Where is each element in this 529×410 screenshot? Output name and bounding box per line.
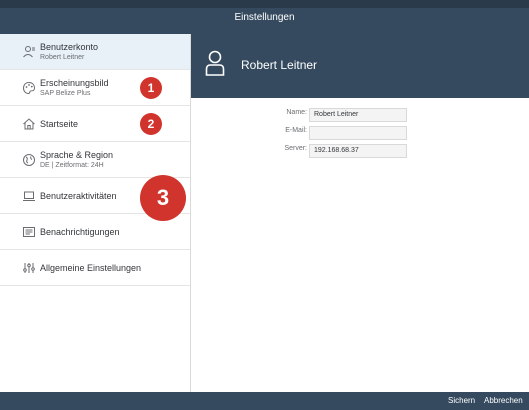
sidebar-item-sublabel: DE | Zeitformat: 24H <box>40 162 104 169</box>
title-bar: Einstellungen <box>0 0 529 34</box>
sidebar-item-startseite[interactable]: Startseite 2 <box>0 106 190 142</box>
sidebar-item-sublabel: SAP Belize Plus <box>40 90 91 97</box>
name-field[interactable]: Robert Leitner <box>309 108 407 122</box>
user-account-icon <box>23 45 35 57</box>
email-label: E-Mail: <box>285 127 307 134</box>
globe-icon <box>23 153 35 166</box>
avatar-icon <box>205 50 225 76</box>
callout-badge-1: 1 <box>140 77 162 99</box>
home-icon <box>23 117 35 129</box>
cancel-button[interactable]: Abbrechen <box>484 396 523 405</box>
sidebar-item-benutzeraktivitaeten[interactable]: Benutzeraktivitäten 3 <box>0 175 190 221</box>
list-icon <box>23 226 35 237</box>
sidebar-item-label: Benutzeraktivitäten <box>40 190 117 201</box>
sidebar-item-sprache-region[interactable]: Sprache & Region DE | Zeitformat: 24H <box>0 142 190 178</box>
settings-sidebar: Benutzerkonto Robert Leitner Erscheinung… <box>0 34 191 392</box>
window-title: Einstellungen <box>234 11 295 23</box>
account-name: Robert Leitner <box>241 58 318 72</box>
sidebar-item-benachrichtigungen[interactable]: Benachrichtigungen <box>0 214 190 250</box>
sidebar-item-erscheinungsbild[interactable]: Erscheinungsbild SAP Belize Plus 1 <box>0 70 190 106</box>
laptop-icon <box>23 191 35 201</box>
sidebar-item-label: Erscheinungsbild <box>40 78 109 88</box>
sidebar-item-label: Startseite <box>40 118 79 129</box>
sidebar-item-label: Allgemeine Einstellungen <box>40 262 142 273</box>
sidebar-item-label: Benachrichtigungen <box>40 226 120 237</box>
save-button[interactable]: Sichern <box>448 396 475 405</box>
email-row: E-Mail: <box>191 126 529 140</box>
account-header: Robert Leitner <box>191 34 529 98</box>
email-field[interactable] <box>309 126 407 140</box>
sidebar-item-benutzerkonto[interactable]: Benutzerkonto Robert Leitner <box>0 34 190 70</box>
footer-bar: Sichern Abbrechen <box>0 392 529 410</box>
sliders-icon <box>23 262 35 273</box>
window-top-strip <box>0 0 529 8</box>
sidebar-item-allgemeine-einstellungen[interactable]: Allgemeine Einstellungen <box>0 250 190 286</box>
palette-icon <box>22 81 36 94</box>
server-row: Server: 192.168.68.37 <box>191 144 529 158</box>
callout-badge-2: 2 <box>140 113 162 135</box>
name-row: Name: Robert Leitner <box>191 108 529 122</box>
name-label: Name: <box>286 109 307 116</box>
server-field[interactable]: 192.168.68.37 <box>309 144 407 158</box>
sidebar-item-label: Sprache & Region <box>40 150 114 160</box>
server-label: Server: <box>284 145 307 152</box>
sidebar-item-label: Benutzerkonto <box>40 42 99 52</box>
sidebar-item-sublabel: Robert Leitner <box>40 54 85 61</box>
